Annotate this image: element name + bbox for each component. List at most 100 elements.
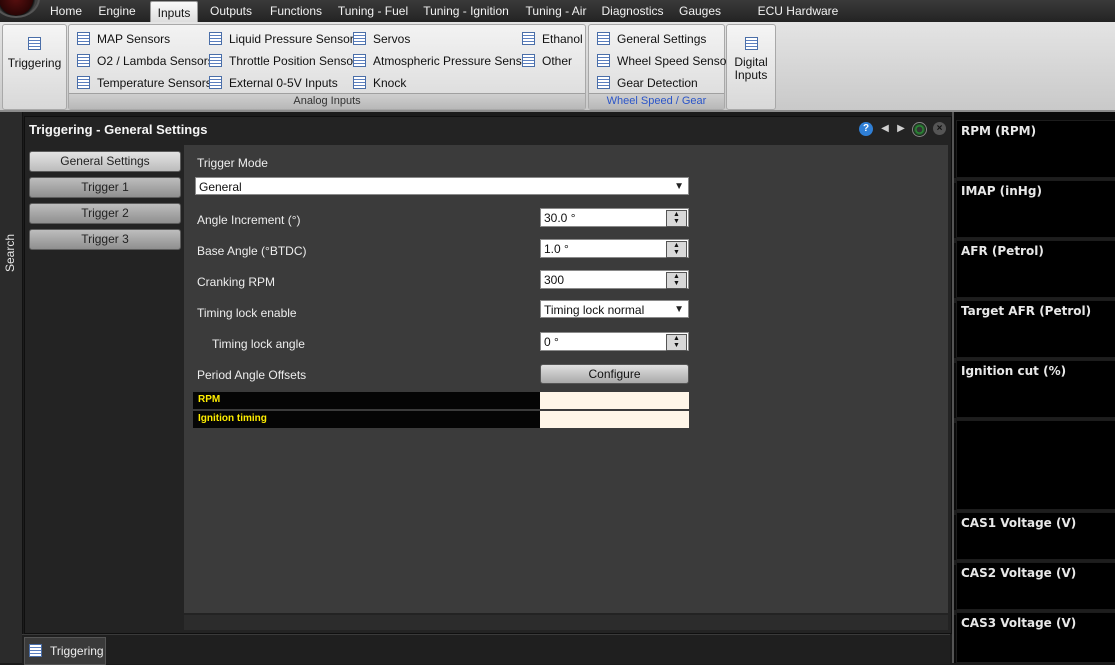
- cranking-rpm-value: 300: [544, 273, 565, 287]
- angle-increment-input[interactable]: 30.0 ° ▲ ▼: [540, 208, 689, 227]
- general-settings-button[interactable]: General Settings: [597, 30, 706, 48]
- menu-tab-tuning-air[interactable]: Tuning - Air: [521, 0, 591, 22]
- nav-general-settings[interactable]: General Settings: [29, 151, 181, 172]
- offset-row-label: RPM: [198, 394, 221, 405]
- item-label: Wheel Speed Sensor: [617, 54, 731, 68]
- menu-tab-inputs[interactable]: Inputs: [150, 1, 198, 23]
- item-label: MAP Sensors: [97, 32, 171, 46]
- menu-tab-outputs[interactable]: Outputs: [205, 0, 257, 22]
- wheel-speed-sensor-button[interactable]: Wheel Speed Sensor: [597, 52, 730, 70]
- timing-lock-angle-input[interactable]: 0 ° ▲ ▼: [540, 332, 689, 351]
- list-icon: [522, 32, 535, 45]
- gauge-label: IMAP (inHg): [961, 184, 1042, 198]
- gauge-target-afr[interactable]: Target AFR (Petrol): [956, 300, 1115, 358]
- atmospheric-pressure-sensor-button[interactable]: Atmospheric Pressure Sensor: [353, 52, 532, 70]
- gauge-panel: RPM (RPM) IMAP (inHg) AFR (Petrol) Targe…: [952, 112, 1115, 663]
- list-icon: [353, 54, 366, 67]
- menu-tab-gauges[interactable]: Gauges: [674, 0, 726, 22]
- gear-detection-button[interactable]: Gear Detection: [597, 74, 698, 92]
- triggering-button-label: Triggering: [7, 56, 62, 70]
- gauge-cas1-voltage[interactable]: CAS1 Voltage (V): [956, 512, 1115, 560]
- spinner-icon[interactable]: ▲ ▼: [666, 210, 687, 227]
- spinner-icon[interactable]: ▲ ▼: [666, 272, 687, 289]
- digital-inputs-button[interactable]: Digital Inputs: [726, 24, 776, 110]
- timing-lock-angle-value: 0 °: [544, 335, 559, 349]
- list-icon: [353, 76, 366, 89]
- next-icon[interactable]: ▶: [894, 122, 908, 136]
- panel-title: Triggering - General Settings: [29, 122, 208, 137]
- cranking-rpm-input[interactable]: 300 ▲ ▼: [540, 270, 689, 289]
- timing-lock-enable-select[interactable]: Timing lock normal ▼: [540, 300, 689, 318]
- menu-tab-home[interactable]: Home: [46, 0, 86, 22]
- ethanol-button[interactable]: Ethanol: [522, 30, 583, 48]
- gauge-afr[interactable]: AFR (Petrol): [956, 240, 1115, 298]
- item-label: Servos: [373, 32, 411, 46]
- offset-row-value-cell[interactable]: [540, 392, 689, 409]
- panel-status-strip: [184, 615, 948, 630]
- item-label: Gear Detection: [617, 76, 698, 90]
- gauge-label: AFR (Petrol): [961, 244, 1044, 258]
- nav-trigger-2[interactable]: Trigger 2: [29, 203, 181, 224]
- list-icon: [744, 37, 758, 50]
- list-icon: [28, 37, 41, 50]
- menu-tab-functions[interactable]: Functions: [266, 0, 326, 22]
- base-angle-input[interactable]: 1.0 ° ▲ ▼: [540, 239, 689, 258]
- item-label: Temperature Sensors: [97, 76, 212, 90]
- help-icon[interactable]: ?: [859, 122, 873, 136]
- angle-increment-value: 30.0 °: [544, 211, 576, 225]
- gauge-cas3-voltage[interactable]: CAS3 Voltage (V): [956, 612, 1115, 663]
- analog-inputs-group-label: Analog Inputs: [69, 93, 585, 109]
- menu-tab-diagnostics[interactable]: Diagnostics: [600, 0, 665, 22]
- item-label: Knock: [373, 76, 407, 90]
- configure-button[interactable]: Configure: [540, 364, 689, 384]
- gauge-icon[interactable]: [912, 122, 927, 137]
- map-sensors-button[interactable]: MAP Sensors: [77, 30, 170, 48]
- liquid-pressure-sensors-button[interactable]: Liquid Pressure Sensors: [209, 30, 360, 48]
- temperature-sensors-button[interactable]: Temperature Sensors: [77, 74, 212, 92]
- nav-trigger-3[interactable]: Trigger 3: [29, 229, 181, 250]
- ribbon-toolbar: Triggering MAP Sensors O2 / Lambda Senso…: [0, 22, 1115, 112]
- list-icon: [77, 32, 90, 45]
- base-angle-value: 1.0 °: [544, 242, 569, 256]
- gauge-label: RPM (RPM): [961, 124, 1037, 138]
- gauge-empty[interactable]: [956, 420, 1115, 510]
- knock-button[interactable]: Knock: [353, 74, 406, 92]
- o2-lambda-sensors-button[interactable]: O2 / Lambda Sensors: [77, 52, 214, 70]
- nav-trigger-1[interactable]: Trigger 1: [29, 177, 181, 198]
- period-angle-offsets-label: Period Angle Offsets: [197, 368, 307, 382]
- search-sidebar: Search: [0, 112, 23, 663]
- triggering-button[interactable]: Triggering: [2, 24, 67, 110]
- menu-tab-tuning-fuel[interactable]: Tuning - Fuel: [335, 0, 411, 22]
- spinner-icon[interactable]: ▲ ▼: [666, 334, 687, 351]
- other-button[interactable]: Other: [522, 52, 572, 70]
- throttle-position-sensor-button[interactable]: Throttle Position Sensor: [209, 52, 357, 70]
- search-tab[interactable]: Search: [3, 234, 17, 272]
- offset-row-value-cell[interactable]: [540, 411, 689, 428]
- menu-tab-tuning-ignition[interactable]: Tuning - Ignition: [420, 0, 512, 22]
- app-logo: [0, 0, 40, 18]
- gauge-ignition-cut[interactable]: Ignition cut (%): [956, 360, 1115, 418]
- triggering-panel: Triggering - General Settings ? ◀ ▶ × Ge…: [24, 116, 952, 634]
- trigger-mode-select[interactable]: General ▼: [195, 177, 689, 195]
- external-0-5v-inputs-button[interactable]: External 0-5V Inputs: [209, 74, 338, 92]
- list-icon: [597, 76, 610, 89]
- wheel-speed-gear-group-label: Wheel Speed / Gear: [589, 93, 724, 109]
- gauge-rpm[interactable]: RPM (RPM): [956, 120, 1115, 178]
- list-icon: [353, 32, 366, 45]
- item-label: Other: [542, 54, 573, 68]
- spinner-icon[interactable]: ▲ ▼: [666, 241, 687, 258]
- settings-content: Trigger Mode General ▼ Angle Increment (…: [184, 145, 948, 613]
- servos-button[interactable]: Servos: [353, 30, 410, 48]
- timing-lock-enable-label: Timing lock enable: [197, 306, 297, 320]
- angle-increment-label: Angle Increment (°): [197, 213, 301, 227]
- close-icon[interactable]: ×: [933, 122, 946, 135]
- list-icon: [29, 644, 42, 657]
- gauge-cas2-voltage[interactable]: CAS2 Voltage (V): [956, 562, 1115, 610]
- bottom-tab-triggering[interactable]: Triggering: [24, 637, 106, 665]
- timing-lock-enable-value: Timing lock normal: [544, 303, 645, 317]
- list-icon: [597, 54, 610, 67]
- menu-tab-ecu-hardware-settings[interactable]: ECU Hardware Settings: [735, 0, 861, 40]
- gauge-imap[interactable]: IMAP (inHg): [956, 180, 1115, 238]
- prev-icon[interactable]: ◀: [878, 122, 892, 136]
- menu-tab-engine[interactable]: Engine: [95, 0, 139, 22]
